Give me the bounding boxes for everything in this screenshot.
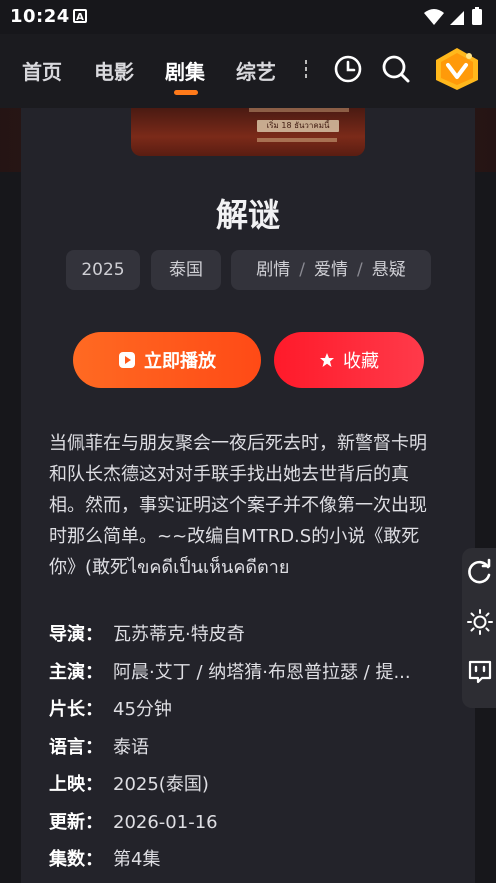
- wifi-icon: [424, 9, 444, 25]
- tab-series[interactable]: 剧集: [165, 56, 205, 85]
- meta-row-updated: 更新： 2026-01-16: [49, 808, 449, 846]
- play-icon: [119, 352, 135, 368]
- meta-value: 2025(泰国): [113, 774, 209, 795]
- meta-key: 语言：: [49, 736, 103, 758]
- signal-icon: [450, 11, 464, 25]
- genre-label: 悬疑: [371, 260, 406, 280]
- show-description: 当佩菲在与朋友聚会一夜后死去时，新警督卡明和队长杰德这对对手联手找出她去世背后的…: [49, 433, 427, 578]
- tab-home[interactable]: 首页: [22, 56, 62, 85]
- tab-variety[interactable]: 综艺: [236, 56, 276, 85]
- genre-label: 剧情: [256, 260, 291, 280]
- more-tabs-dots-icon[interactable]: [305, 58, 308, 80]
- active-tab-indicator: [174, 90, 198, 95]
- detail-card: เริ่ม 18 ธันวาคมนี้ 解谜 2025 泰国 剧情 / 爱情 / 悬疑 …: [21, 108, 475, 883]
- danmaku-icon[interactable]: [466, 658, 494, 686]
- battery-icon: [472, 9, 482, 25]
- poster-image: เริ่ม 18 ธันวาคมนี้: [131, 108, 365, 156]
- play-now-button[interactable]: 立即播放: [73, 332, 261, 388]
- play-now-label: 立即播放: [144, 351, 216, 372]
- meta-key: 片长：: [49, 699, 103, 720]
- star-icon: [320, 353, 334, 367]
- show-meta: 导演： 瓦苏蒂克·特皮奇 主演： 阿晨·艾丁 / 纳塔猜·布恩普拉瑟 / 提..…: [49, 620, 449, 883]
- region-tag[interactable]: 泰国: [151, 250, 221, 290]
- meta-row-cast: 主演： 阿晨·艾丁 / 纳塔猜·布恩普拉瑟 / 提...: [49, 658, 449, 696]
- favorite-button[interactable]: 收藏: [274, 332, 424, 388]
- search-icon[interactable]: [381, 54, 411, 84]
- meta-key: 上映：: [49, 774, 103, 795]
- status-time: 10:24: [10, 6, 70, 27]
- meta-key: 主演：: [49, 661, 103, 683]
- poster-date-text: เริ่ม 18 ธันวาคมนี้: [257, 120, 339, 132]
- meta-row-language: 语言： 泰语: [49, 733, 449, 771]
- meta-key: 集数：: [49, 849, 103, 870]
- brightness-icon[interactable]: [466, 608, 494, 636]
- meta-row-director: 导演： 瓦苏蒂克·特皮奇: [49, 620, 449, 658]
- meta-row-duration: 片长： 45分钟: [49, 695, 449, 733]
- meta-row-episodes: 集数： 第4集: [49, 845, 449, 883]
- top-nav: 首页 电影 剧集 综艺: [0, 34, 496, 108]
- genre-label: 爱情: [314, 260, 348, 280]
- favorite-label: 收藏: [343, 351, 379, 372]
- meta-value: 2026-01-16: [113, 811, 218, 833]
- meta-value: 45分钟: [113, 699, 172, 720]
- year-tag[interactable]: 2025: [66, 250, 140, 290]
- history-icon[interactable]: [333, 54, 363, 84]
- refresh-icon[interactable]: [466, 558, 494, 586]
- status-icons: [424, 7, 482, 25]
- notification-icon: A: [73, 9, 87, 23]
- floating-toolbar: [462, 548, 496, 708]
- meta-value: 第4集: [113, 849, 161, 870]
- status-bar: 10:24 A: [0, 0, 496, 34]
- meta-row-release: 上映： 2025(泰国): [49, 770, 449, 808]
- genre-tag[interactable]: 剧情 / 爱情 / 悬疑: [231, 250, 431, 290]
- meta-value[interactable]: 阿晨·艾丁 / 纳塔猜·布恩普拉瑟 / 提...: [113, 658, 411, 688]
- meta-key: 导演：: [49, 624, 103, 645]
- meta-key: 更新：: [49, 811, 103, 833]
- show-title: 解谜: [215, 196, 280, 234]
- meta-value[interactable]: 瓦苏蒂克·特皮奇: [113, 620, 245, 650]
- meta-value: 泰语: [113, 736, 149, 758]
- tab-movies[interactable]: 电影: [94, 56, 134, 85]
- vip-badge-icon[interactable]: [432, 46, 482, 92]
